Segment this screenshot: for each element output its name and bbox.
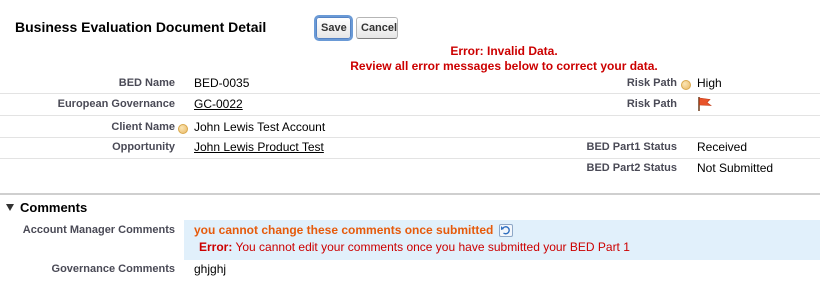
risk-path-flag-label: Risk Path	[626, 98, 677, 110]
field-row-bed-part2: BED Part2 Status Not Submitted	[0, 158, 820, 179]
risk-path-label: Risk Path	[626, 77, 677, 89]
comments-section-header[interactable]: Comments	[6, 200, 87, 215]
bed-name-value: BED-0035	[194, 76, 250, 90]
error-text: You cannot edit your comments once you h…	[232, 240, 630, 254]
account-manager-comments-label: Account Manager Comments	[22, 224, 175, 236]
field-row-client-name: Client Name John Lewis Test Account	[0, 116, 820, 138]
field-row-bed-name: BED Name BED-0035 Risk Path High	[0, 72, 820, 94]
account-manager-warning: you cannot change these comments once su…	[194, 223, 494, 237]
governance-comments-value: ghjghj	[194, 262, 227, 276]
bed-part2-status-value: Not Submitted	[697, 161, 774, 175]
section-divider	[0, 193, 820, 195]
collapse-triangle-icon[interactable]	[6, 204, 14, 211]
european-governance-link[interactable]: GC-0022	[194, 97, 243, 111]
field-row-opportunity: Opportunity John Lewis Product Test BED …	[0, 137, 820, 159]
client-name-label: Client Name	[111, 121, 175, 133]
account-manager-error: Error: You cannot edit your comments onc…	[199, 240, 630, 254]
governance-comments-label: Governance Comments	[51, 263, 175, 275]
save-button[interactable]: Save	[316, 17, 351, 39]
field-row-european-governance: European Governance GC-0022 Risk Path	[0, 94, 820, 116]
bed-part1-status-value: Received	[697, 140, 748, 154]
bed-part2-status-label: BED Part2 Status	[586, 162, 677, 174]
cancel-button[interactable]: Cancel	[356, 17, 398, 39]
opportunity-label: Opportunity	[112, 141, 175, 153]
comments-section-title: Comments	[20, 200, 88, 215]
error-prefix: Error:	[199, 240, 233, 254]
risk-path-value: High	[697, 76, 722, 90]
bed-part1-status-label: BED Part1 Status	[586, 141, 677, 153]
help-icon[interactable]	[681, 80, 691, 90]
undo-icon[interactable]	[499, 224, 513, 237]
client-name-value: John Lewis Test Account	[194, 120, 326, 134]
european-governance-label: European Governance	[57, 98, 175, 110]
bed-name-label: BED Name	[118, 77, 175, 89]
error-header-line-1: Error: Invalid Data.	[450, 44, 558, 58]
help-icon[interactable]	[178, 124, 188, 134]
red-flag-icon	[698, 97, 712, 111]
error-header-line-2: Review all error messages below to corre…	[350, 59, 658, 73]
page-title: Business Evaluation Document Detail	[15, 19, 267, 35]
opportunity-link[interactable]: John Lewis Product Test	[194, 140, 324, 154]
